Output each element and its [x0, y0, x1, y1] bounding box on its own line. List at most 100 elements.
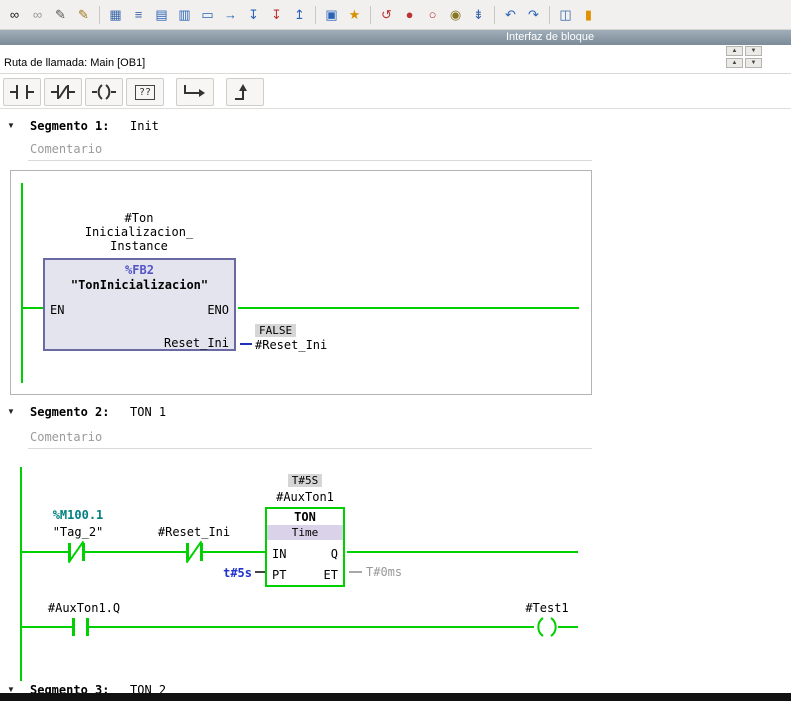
upload-icon[interactable]: ↥	[289, 4, 310, 25]
comment-underline	[28, 160, 592, 161]
power-rail	[20, 467, 22, 681]
collapse-segment-icon[interactable]: ▼	[7, 407, 15, 416]
download-icon[interactable]: ↧	[243, 4, 264, 25]
wire	[89, 626, 534, 628]
network-2-comment[interactable]: Comentario	[30, 430, 102, 444]
pane-splitter-row-2: ▲ ▼	[726, 58, 762, 68]
contact1-name[interactable]: "Tag_2"	[28, 525, 128, 539]
fb-name: "TonInicializacion"	[45, 278, 234, 292]
insert-no-contact-button[interactable]	[3, 78, 41, 106]
ton-type: Time	[267, 525, 343, 540]
et-monitor-value: T#0ms	[366, 565, 402, 579]
lad-element-toolbar: ??	[3, 77, 264, 107]
segment-1-header[interactable]: ▼ Segmento 1: Init	[0, 118, 791, 138]
instance-line: Inicializacion_	[39, 225, 239, 239]
pin-et: ET	[324, 568, 338, 582]
instance-line: Instance	[39, 239, 239, 253]
network-1-comment[interactable]: Comentario	[30, 142, 102, 156]
know-how-protection-icon[interactable]: ▮	[578, 4, 599, 25]
pane-scroll-up-button[interactable]: ▲	[726, 58, 743, 68]
divider	[0, 108, 791, 109]
network-comments-icon[interactable]: ▭	[197, 4, 218, 25]
call-environment-icon[interactable]: ◉	[445, 4, 466, 25]
pt-wire	[255, 571, 265, 573]
call-path: Ruta de llamada: Main [OB1]	[4, 57, 145, 69]
output-coil[interactable]	[534, 615, 560, 639]
pane-scroll-down-button[interactable]: ▼	[745, 58, 762, 68]
pin-pt: PT	[272, 568, 286, 582]
contact1-address[interactable]: %M100.1	[28, 508, 128, 522]
toolbar-separator	[549, 6, 550, 24]
breakpoint-off-icon[interactable]: ○	[422, 4, 443, 25]
insert-nc-contact-button[interactable]	[44, 78, 82, 106]
expand-networks-icon[interactable]: ▤	[151, 4, 172, 25]
monitoring-on-icon[interactable]: ∞	[4, 4, 25, 25]
segment-title[interactable]: Init	[130, 119, 159, 133]
modify-tag-icon[interactable]: ✎	[50, 4, 71, 25]
segment-title[interactable]: TON 1	[130, 405, 166, 419]
previous-jump-icon[interactable]: ↶	[500, 4, 521, 25]
et-wire	[349, 571, 362, 573]
wire	[85, 551, 186, 553]
branch-contact-operand[interactable]: #AuxTon1.Q	[34, 601, 134, 615]
block-interface-title: Interfaz de bloque	[506, 31, 594, 43]
close-branch-icon	[232, 82, 258, 102]
pt-input-value[interactable]: t#5s	[216, 566, 252, 580]
collapse-segment-icon[interactable]: ▼	[7, 121, 15, 130]
reset-pin-wire	[240, 343, 252, 345]
call-path-icon[interactable]: ⇟	[468, 4, 489, 25]
pane-splitter-down-button[interactable]: ▼	[745, 46, 762, 56]
breakpoint-on-icon[interactable]: ●	[399, 4, 420, 25]
next-jump-icon[interactable]: ↷	[523, 4, 544, 25]
fb-call-block[interactable]: %FB2 "TonInicializacion" EN ENO Reset_In…	[43, 258, 236, 351]
toolbar-separator	[494, 6, 495, 24]
clear-breakpoints-icon[interactable]: ↺	[376, 4, 397, 25]
split-editor-icon[interactable]: ◫	[555, 4, 576, 25]
network-2-canvas: %M100.1 "Tag_2" #Reset_Ini T#5S #AuxTon1…	[10, 454, 592, 693]
wire	[238, 307, 579, 309]
pin-reset-ini: Reset_Ini	[164, 336, 229, 350]
divider	[0, 73, 791, 74]
pin-q: Q	[331, 547, 338, 561]
instance-line: #Ton	[39, 211, 239, 225]
open-branch-button[interactable]	[176, 78, 214, 106]
wire	[20, 626, 72, 628]
comment-underline	[28, 448, 592, 449]
block-interface-header[interactable]: Interfaz de bloque	[0, 30, 791, 45]
monitoring-off-icon[interactable]: ∞	[27, 4, 48, 25]
segment-label: Segmento 1:	[30, 119, 109, 133]
program-structure-icon[interactable]: ≡	[128, 4, 149, 25]
wire	[203, 551, 265, 553]
collapse-networks-icon[interactable]: ▥	[174, 4, 195, 25]
insert-empty-box-button[interactable]: ??	[126, 78, 164, 106]
reset-ini-monitor-value: FALSE	[255, 321, 296, 339]
pane-splitter-row-1: ▲ ▼	[726, 46, 762, 56]
coil-icon	[91, 82, 117, 102]
jump-to-icon[interactable]: →	[220, 4, 241, 25]
segment-2-header[interactable]: ▼ Segmento 2: TON 1	[0, 404, 791, 424]
ton-title: TON	[267, 510, 343, 524]
wire	[558, 626, 578, 628]
favorites-icon[interactable]: ★	[344, 4, 365, 25]
insert-coil-button[interactable]	[85, 78, 123, 106]
fb-instance-name[interactable]: #Ton Inicializacion_ Instance	[39, 211, 239, 253]
monitor-value-badge: T#5S	[288, 474, 323, 487]
overview-icon[interactable]: ▣	[321, 4, 342, 25]
toolbar-separator	[370, 6, 371, 24]
power-rail	[21, 183, 23, 383]
timer-preset-monitor: T#5S	[265, 473, 345, 487]
timer-instance-name[interactable]: #AuxTon1	[265, 490, 345, 504]
toolbar-separator	[99, 6, 100, 24]
pin-eno: ENO	[207, 303, 229, 317]
ton-timer-block[interactable]: TON Time IN Q PT ET	[265, 507, 345, 587]
force-tag-icon[interactable]: ✎	[73, 4, 94, 25]
monitor-value-badge: FALSE	[255, 324, 296, 337]
coil-operand[interactable]: #Test1	[497, 601, 597, 615]
pane-splitter-up-button[interactable]: ▲	[726, 46, 743, 56]
reset-ini-operand[interactable]: #Reset_Ini	[255, 338, 327, 352]
download-error-icon[interactable]: ↧	[266, 4, 287, 25]
pin-en: EN	[50, 303, 64, 317]
snapshot-icon[interactable]: ▦	[105, 4, 126, 25]
contact2-operand[interactable]: #Reset_Ini	[144, 525, 244, 539]
close-branch-button[interactable]	[226, 78, 264, 106]
